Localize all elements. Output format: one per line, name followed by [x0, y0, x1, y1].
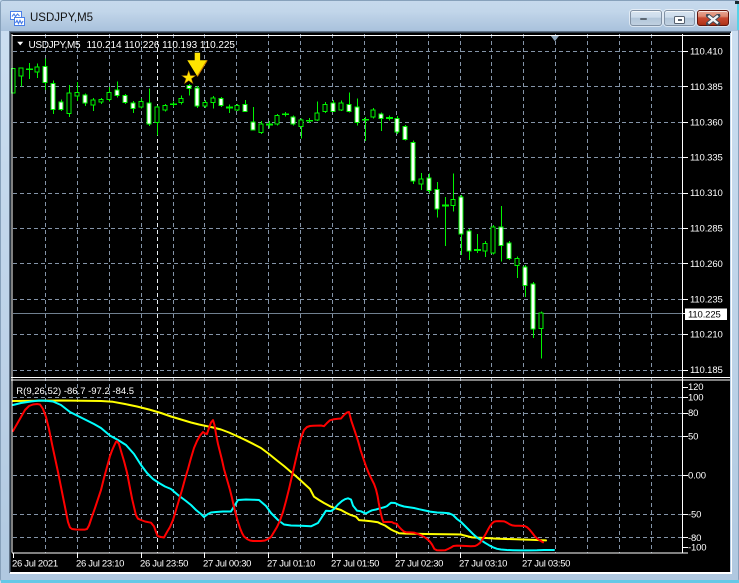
- svg-text:110.385: 110.385: [690, 82, 723, 93]
- svg-text:27 Jul 00:30: 27 Jul 00:30: [203, 559, 251, 570]
- svg-text:R(9,26,52) -86.7 -97.2 -84.5: R(9,26,52) -86.7 -97.2 -84.5: [16, 386, 134, 397]
- svg-text:26 Jul 23:50: 26 Jul 23:50: [140, 559, 188, 570]
- svg-text:110.260: 110.260: [690, 259, 723, 270]
- svg-text:80: 80: [688, 408, 698, 419]
- svg-text:50: 50: [688, 432, 698, 443]
- svg-text:120: 120: [688, 382, 703, 393]
- svg-text:27 Jul 03:10: 27 Jul 03:10: [459, 559, 507, 570]
- svg-text:110.185: 110.185: [690, 365, 723, 376]
- svg-text:26 Jul 23:10: 26 Jul 23:10: [76, 559, 124, 570]
- svg-text:0.00: 0.00: [688, 471, 706, 482]
- svg-text:110.235: 110.235: [690, 294, 723, 305]
- svg-text:100: 100: [688, 393, 703, 404]
- svg-text:27 Jul 01:50: 27 Jul 01:50: [331, 559, 379, 570]
- svg-text:27 Jul 01:10: 27 Jul 01:10: [267, 559, 315, 570]
- svg-text:110.410: 110.410: [690, 47, 723, 58]
- svg-text:110.214 110.226 110.193 110.22: 110.214 110.226 110.193 110.225: [87, 40, 236, 51]
- svg-text:-100: -100: [688, 543, 706, 554]
- svg-text:27 Jul 02:30: 27 Jul 02:30: [395, 559, 443, 570]
- svg-text:110.210: 110.210: [690, 330, 723, 341]
- svg-text:110.310: 110.310: [690, 188, 723, 199]
- svg-text:27 Jul 03:50: 27 Jul 03:50: [522, 559, 570, 570]
- svg-text:-50: -50: [688, 510, 701, 521]
- svg-text:110.225: 110.225: [688, 310, 721, 321]
- svg-text:110.360: 110.360: [690, 117, 723, 128]
- svg-text:USDJPY,M5: USDJPY,M5: [29, 40, 81, 51]
- svg-text:110.285: 110.285: [690, 224, 723, 235]
- svg-text:110.335: 110.335: [690, 153, 723, 164]
- svg-text:26 Jul 2021: 26 Jul 2021: [12, 559, 58, 570]
